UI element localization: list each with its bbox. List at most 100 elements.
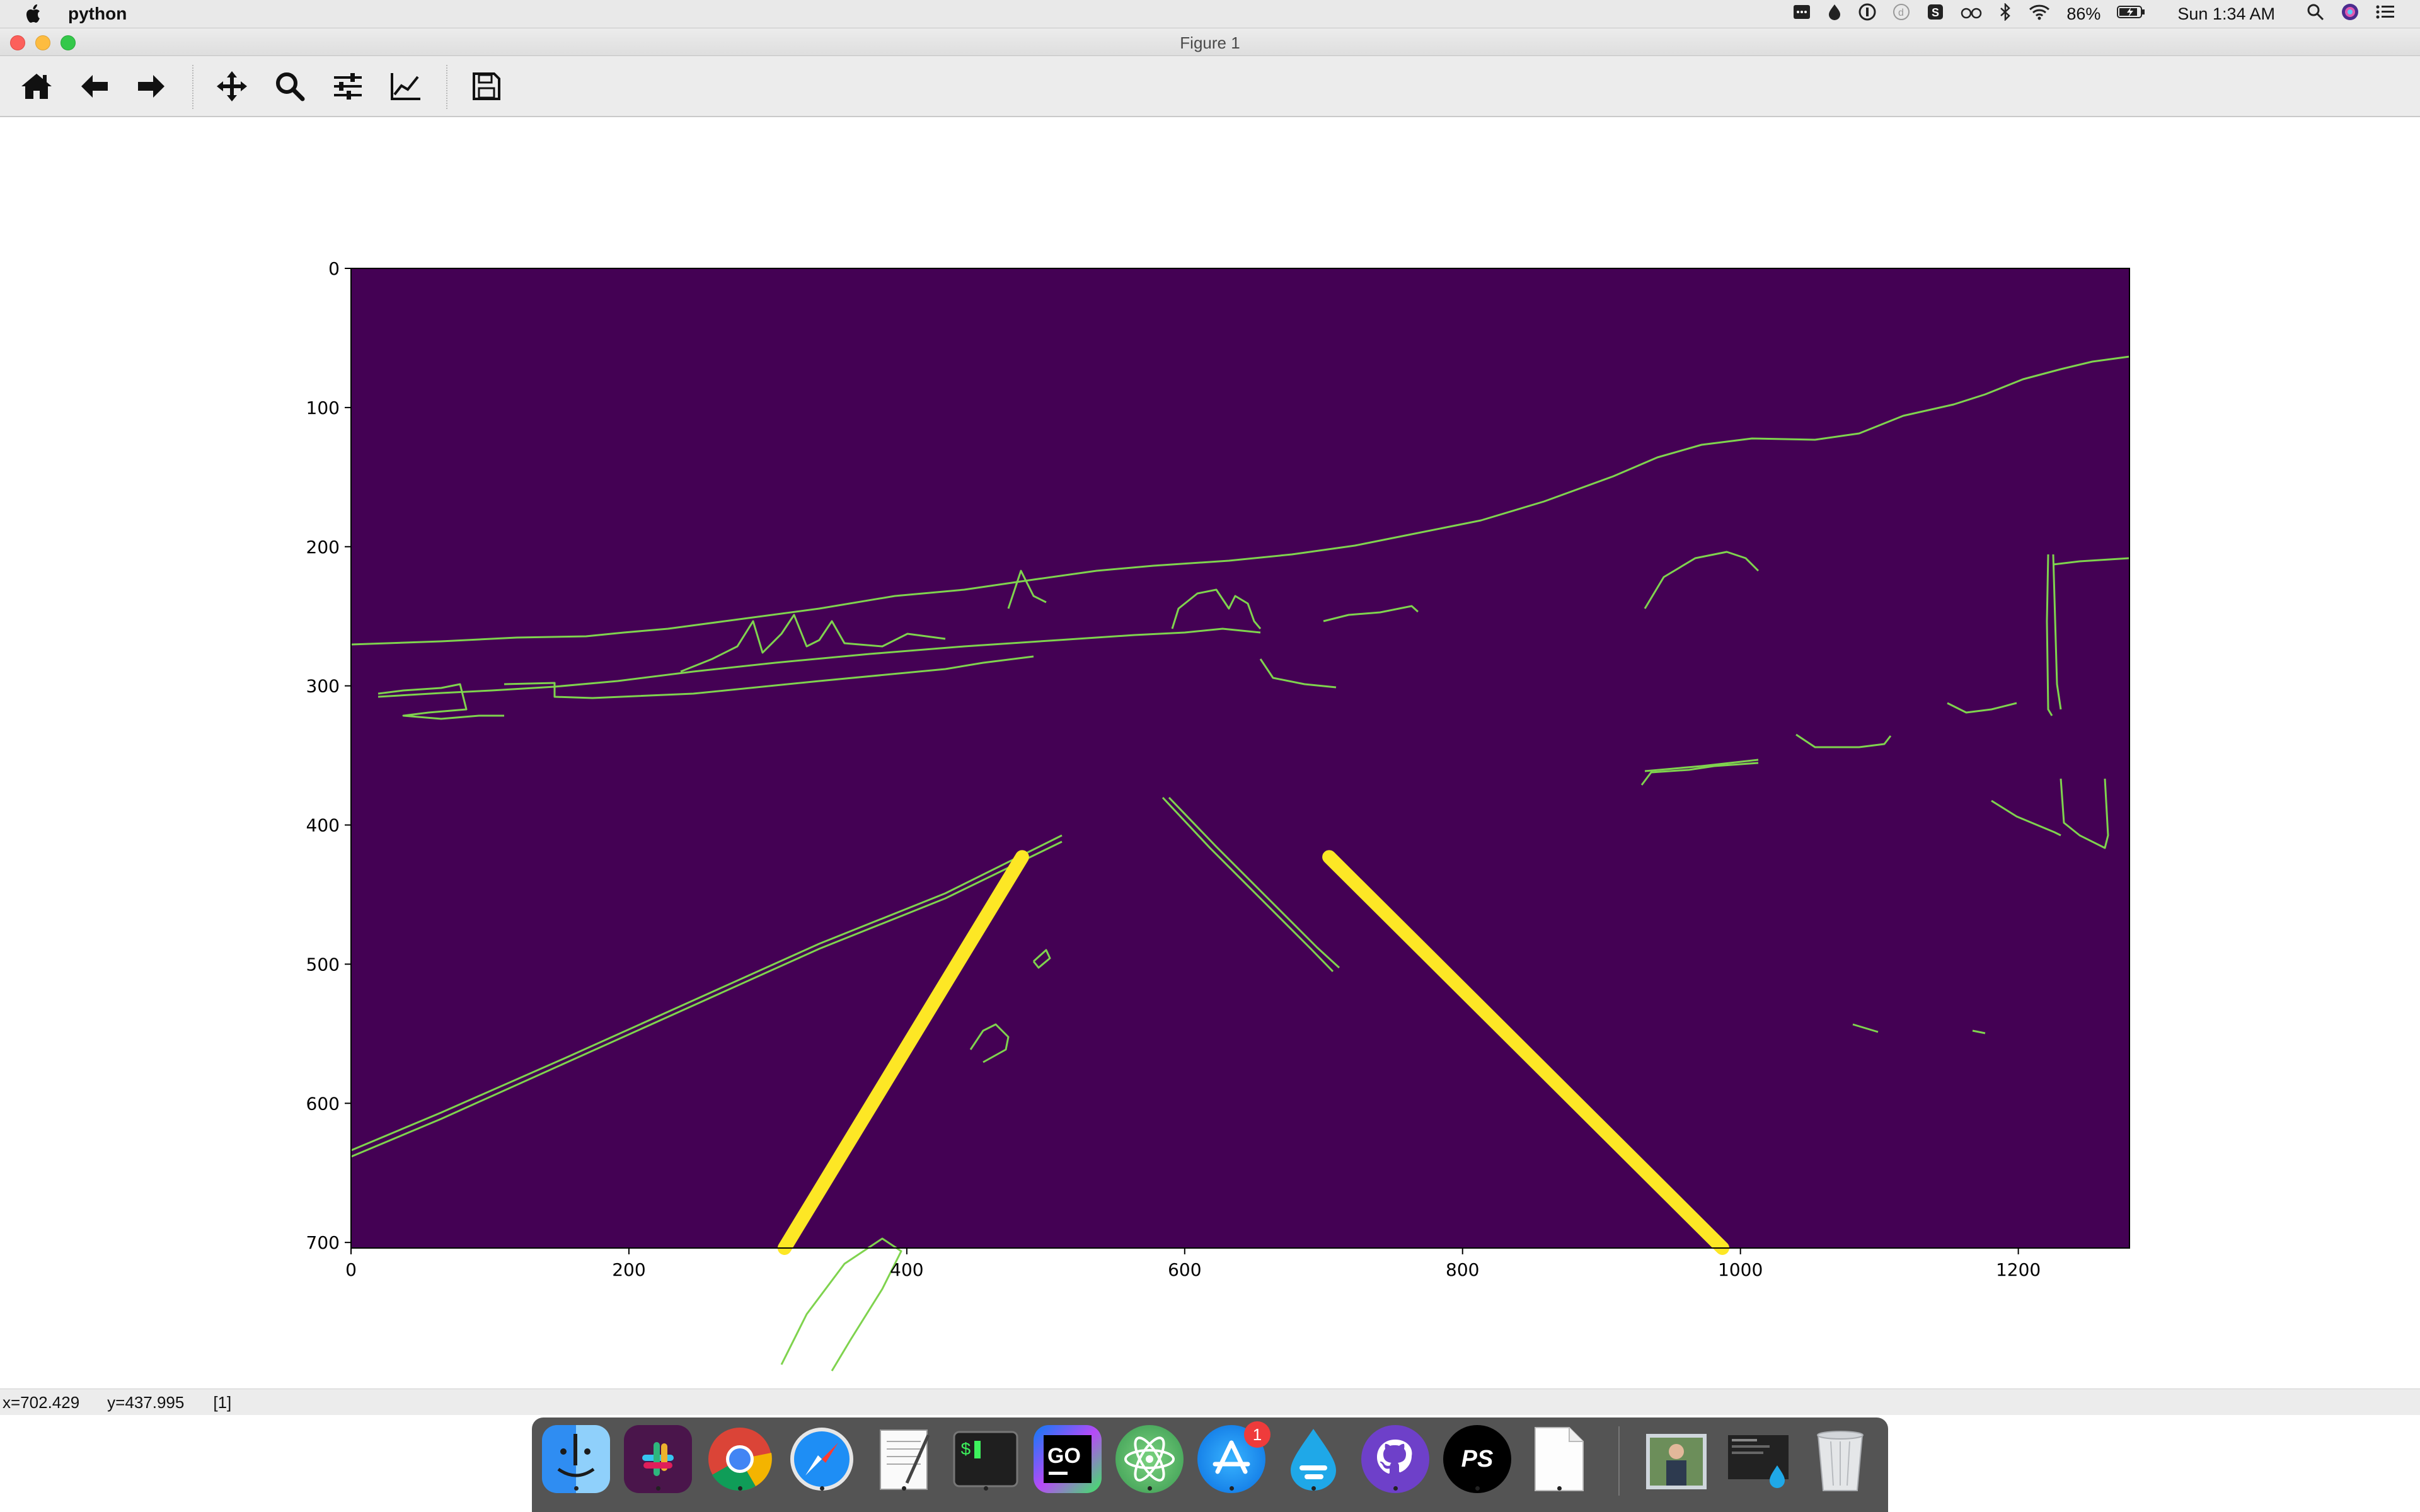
terminal-icon[interactable]: $ <box>952 1425 1020 1493</box>
subplots-config-icon <box>334 73 362 100</box>
toolbar-separator <box>446 65 447 109</box>
running-indicator <box>737 1486 742 1491</box>
edit-axes-icon <box>391 73 420 100</box>
atom-icon[interactable] <box>1115 1425 1184 1493</box>
navigation-toolbar <box>0 56 2420 117</box>
y-tick-label: 0 <box>328 258 340 279</box>
apple-icon[interactable] <box>25 4 43 24</box>
svg-text:S: S <box>1932 6 1939 19</box>
d-circle-icon[interactable]: d <box>1893 3 1910 25</box>
save-button[interactable] <box>469 69 504 104</box>
battery-percent[interactable]: 86% <box>2066 4 2100 24</box>
window-title-bar: Figure 1 <box>0 28 2420 56</box>
figure-canvas[interactable]: 0 200 400 600 800 1000 1200 0 100 200 300 400 500 60… <box>0 117 2420 1389</box>
running-indicator <box>1557 1486 1562 1491</box>
goland-icon[interactable]: GO <box>1034 1425 1102 1493</box>
edge-image-plot[interactable]: 0 200 400 600 800 1000 1200 0 100 200 300 400 500 60… <box>0 117 2420 1389</box>
glasses-icon[interactable] <box>1961 4 1982 24</box>
cursor-y-readout: y=437.995 <box>107 1392 185 1412</box>
home-button[interactable] <box>19 69 54 104</box>
x-tick-label: 400 <box>890 1259 923 1280</box>
x-tick-label: 800 <box>1446 1259 1479 1280</box>
cursor-x-readout: x=702.429 <box>3 1392 80 1412</box>
y-tick-label: 100 <box>306 398 340 418</box>
back-button[interactable] <box>77 69 112 104</box>
dock-separator <box>1618 1426 1620 1496</box>
dock: $ GO 1 PS <box>532 1418 1888 1512</box>
svg-text:d: d <box>1898 8 1904 18</box>
left-lane-shadow-edge <box>780 1237 902 1372</box>
github-desktop-icon[interactable] <box>1361 1425 1429 1493</box>
drop-icon[interactable] <box>1279 1425 1347 1493</box>
app-store-icon[interactable]: 1 <box>1197 1421 1270 1493</box>
y-tick-label: 200 <box>306 537 340 558</box>
running-indicator <box>901 1486 906 1491</box>
running-indicator <box>573 1486 579 1491</box>
forward-arrow-icon <box>138 75 164 98</box>
drop-menu-icon[interactable] <box>1827 3 1842 25</box>
x-axis-ticks: 0 200 400 600 800 1000 1200 <box>345 1248 2041 1280</box>
menu-bar: python d S 86% Sun 1:34 AM <box>0 0 2420 28</box>
toolbar-separator <box>192 65 193 109</box>
pan-icon <box>217 71 247 101</box>
app-name[interactable]: python <box>68 4 127 24</box>
screenshot-stack-icon[interactable] <box>1724 1425 1792 1493</box>
s-app-icon[interactable]: S <box>1927 3 1944 25</box>
svg-text:$: $ <box>960 1441 971 1460</box>
image-background <box>351 268 2129 1248</box>
bluetooth-icon[interactable] <box>1998 2 2012 25</box>
textedit-icon[interactable] <box>870 1425 938 1493</box>
running-indicator <box>1393 1486 1398 1491</box>
dock-area: $ GO 1 PS <box>0 1415 2420 1512</box>
x-tick-label: 600 <box>1168 1259 1201 1280</box>
running-indicator <box>1475 1486 1480 1491</box>
goland-label: GO <box>1047 1444 1081 1468</box>
y-tick-label: 300 <box>306 676 340 697</box>
document-icon[interactable] <box>1525 1425 1593 1493</box>
window-title: Figure 1 <box>1180 33 1240 52</box>
x-tick-label: 200 <box>612 1259 645 1280</box>
phpstorm-label: PS <box>1461 1445 1494 1472</box>
wifi-icon[interactable] <box>2029 4 2050 25</box>
running-indicator <box>983 1486 988 1491</box>
photo-stack-icon[interactable] <box>1642 1425 1710 1493</box>
x-tick-label: 1200 <box>1996 1259 2041 1280</box>
back-arrow-icon <box>81 75 108 98</box>
onepassword-icon[interactable] <box>1858 3 1876 25</box>
forward-button[interactable] <box>134 69 169 104</box>
battery-icon[interactable] <box>2117 4 2146 24</box>
configure-subplots-button[interactable] <box>330 69 366 104</box>
running-indicator <box>819 1486 824 1491</box>
menu-extra-icon[interactable] <box>1793 4 1811 25</box>
running-indicator <box>1147 1486 1152 1491</box>
x-tick-label: 1000 <box>1718 1259 1763 1280</box>
running-indicator <box>1229 1486 1234 1491</box>
running-indicator <box>655 1486 660 1491</box>
pan-button[interactable] <box>214 69 250 104</box>
running-indicator <box>1311 1486 1316 1491</box>
finder-icon[interactable] <box>542 1425 610 1493</box>
chrome-icon[interactable] <box>706 1425 774 1493</box>
y-axis-ticks: 0 100 200 300 400 500 600 700 <box>306 258 351 1253</box>
spotlight-search-icon[interactable] <box>2307 3 2324 25</box>
y-tick-label: 700 <box>306 1232 340 1253</box>
y-tick-label: 600 <box>306 1093 340 1114</box>
siri-icon[interactable] <box>2341 3 2360 26</box>
image-axes[interactable] <box>350 268 2130 1372</box>
y-tick-label: 400 <box>306 815 340 836</box>
notification-badge: 1 <box>1244 1421 1270 1448</box>
slack-icon[interactable] <box>624 1425 692 1493</box>
x-tick-label: 0 <box>345 1259 357 1280</box>
zoom-icon <box>276 72 305 101</box>
y-tick-label: 500 <box>306 954 340 975</box>
edit-axes-button[interactable] <box>388 69 424 104</box>
safari-icon[interactable] <box>788 1425 856 1493</box>
pixel-value-readout: [1] <box>213 1392 232 1412</box>
home-icon <box>21 74 52 99</box>
notification-center-icon[interactable] <box>2376 4 2395 24</box>
menu-extras: d S 86% Sun 1:34 AM <box>1793 0 2395 28</box>
zoom-button[interactable] <box>272 69 308 104</box>
phpstorm-icon[interactable]: PS <box>1443 1425 1511 1493</box>
trash-icon[interactable] <box>1806 1425 1874 1493</box>
menu-clock[interactable]: Sun 1:34 AM <box>2177 4 2275 24</box>
